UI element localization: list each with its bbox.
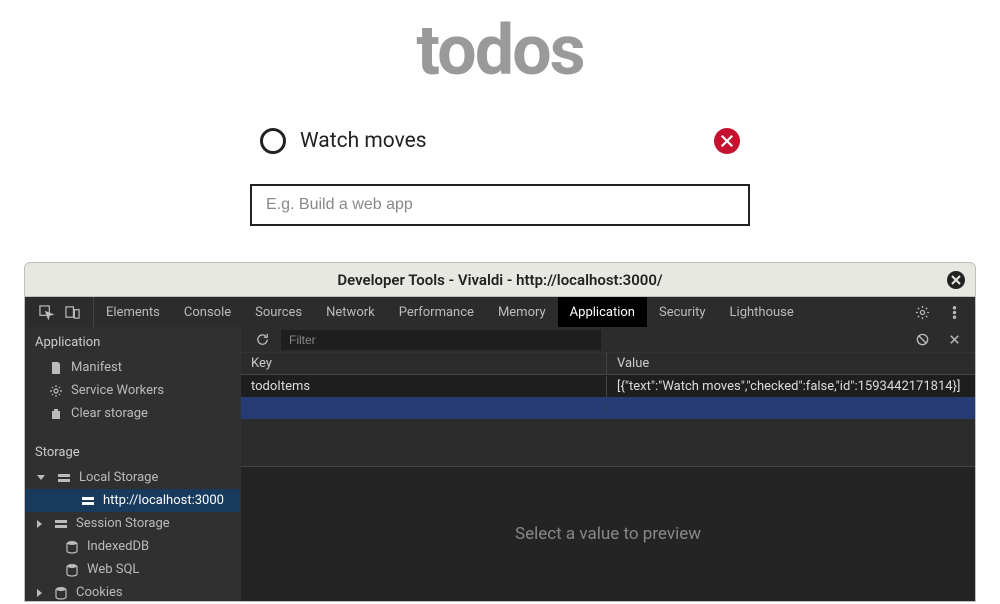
device-toolbar-icon[interactable] (61, 301, 83, 323)
sidebar-item-label: Service Workers (71, 383, 164, 398)
storage-icon (81, 494, 95, 508)
sidebar-item-label: http://localhost:3000 (103, 493, 224, 508)
window-close-button[interactable] (947, 271, 965, 289)
cell-value: [{"text":"Watch moves","checked":false,"… (607, 376, 975, 397)
settings-button[interactable] (911, 301, 933, 323)
content-toolbar (241, 327, 975, 353)
col-key[interactable]: Key (241, 353, 607, 374)
delete-button[interactable] (714, 128, 740, 154)
trash-icon (49, 407, 63, 421)
close-icon (720, 134, 734, 148)
delete-selected-button[interactable] (943, 329, 965, 351)
tab-console[interactable]: Console (172, 297, 243, 327)
sidebar-item-local-storage[interactable]: Local Storage (25, 466, 240, 489)
tab-security[interactable]: Security (647, 297, 718, 327)
devtools-right-controls (909, 297, 975, 327)
sidebar-item-session-storage[interactable]: Session Storage (25, 512, 240, 535)
cell-key-empty (241, 405, 607, 411)
tab-application[interactable]: Application (558, 297, 647, 327)
sidebar-item-local-storage-origin[interactable]: http://localhost:3000 (25, 489, 240, 512)
cell-value-empty (607, 405, 975, 411)
grid-row[interactable]: todoItems [{"text":"Watch moves","checke… (241, 375, 975, 397)
close-icon (951, 275, 961, 285)
storage-content: Key Value todoItems [{"text":"Watch move… (241, 327, 975, 601)
todo-list: Watch moves (250, 122, 750, 160)
devtools-window: Developer Tools - Vivaldi - http://local… (24, 262, 976, 602)
ban-icon (915, 332, 930, 347)
sidebar-item-label: Clear storage (71, 406, 148, 421)
new-todo-input[interactable] (250, 184, 750, 226)
storage-icon (54, 517, 68, 531)
database-icon (65, 563, 79, 577)
tab-elements[interactable]: Elements (94, 297, 172, 327)
grid-empty-space (241, 419, 975, 467)
inspect-element-icon[interactable] (35, 301, 57, 323)
devtools-tabs: Elements Console Sources Network Perform… (25, 297, 975, 327)
refresh-icon (255, 332, 270, 347)
refresh-button[interactable] (251, 329, 273, 351)
document-icon (49, 361, 63, 375)
sidebar-item-label: Local Storage (79, 470, 158, 485)
tab-network[interactable]: Network (314, 297, 387, 327)
more-button[interactable] (943, 301, 965, 323)
col-value[interactable]: Value (607, 353, 975, 374)
close-icon (947, 332, 962, 347)
database-icon (65, 540, 79, 554)
sidebar-item-label: Web SQL (87, 562, 139, 577)
filter-input[interactable] (281, 330, 601, 350)
todo-item: Watch moves (250, 122, 750, 160)
todo-text: Watch moves (300, 129, 700, 153)
gear-icon (49, 384, 63, 398)
clear-all-button[interactable] (911, 329, 933, 351)
grid-row-empty[interactable] (241, 397, 975, 419)
sidebar-item-clear-storage[interactable]: Clear storage (25, 402, 240, 425)
section-application: Application (25, 327, 240, 356)
sidebar-item-label: IndexedDB (87, 539, 149, 554)
tab-lighthouse[interactable]: Lighthouse (718, 297, 806, 327)
cell-key: todoItems (241, 376, 607, 397)
devtools-body: Application Manifest Service Workers Cle… (25, 327, 975, 601)
devtools-titlebar[interactable]: Developer Tools - Vivaldi - http://local… (25, 263, 975, 297)
sidebar-item-label: Manifest (71, 360, 122, 375)
inspect-tools (25, 297, 94, 327)
grid-header: Key Value (241, 353, 975, 375)
sidebar-item-cookies[interactable]: Cookies (25, 581, 240, 601)
sidebar-item-manifest[interactable]: Manifest (25, 356, 240, 379)
storage-icon (57, 471, 71, 485)
gear-icon (915, 305, 930, 320)
tab-performance[interactable]: Performance (387, 297, 486, 327)
sidebar-item-websql[interactable]: Web SQL (25, 558, 240, 581)
sidebar-item-label: Session Storage (76, 516, 170, 531)
kebab-icon (947, 305, 962, 320)
section-storage: Storage (25, 437, 240, 466)
sidebar-item-indexeddb[interactable]: IndexedDB (25, 535, 240, 558)
preview-pane: Select a value to preview (241, 467, 975, 601)
todo-checkbox[interactable] (260, 128, 286, 154)
database-icon (54, 586, 68, 600)
todo-app: todos Watch moves (0, 0, 1000, 226)
app-title: todos (416, 10, 583, 92)
application-sidebar: Application Manifest Service Workers Cle… (25, 327, 241, 601)
preview-empty-text: Select a value to preview (515, 524, 701, 544)
sidebar-item-label: Cookies (76, 585, 123, 600)
tab-sources[interactable]: Sources (243, 297, 314, 327)
tab-memory[interactable]: Memory (486, 297, 558, 327)
devtools-title: Developer Tools - Vivaldi - http://local… (337, 271, 662, 289)
sidebar-item-service-workers[interactable]: Service Workers (25, 379, 240, 402)
